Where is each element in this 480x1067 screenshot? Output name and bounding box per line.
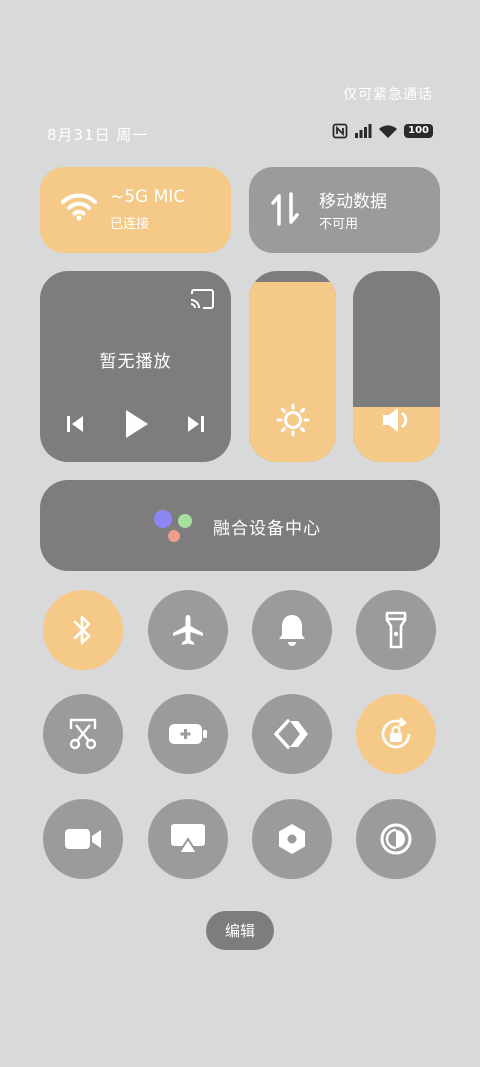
battery-saver-toggle[interactable] — [148, 694, 228, 774]
fusion-device-label: 融合设备中心 — [213, 519, 321, 539]
flashlight-toggle[interactable] — [356, 590, 436, 670]
wifi-icon — [378, 124, 398, 139]
next-icon[interactable] — [185, 413, 207, 435]
rotation-lock-toggle[interactable] — [356, 694, 436, 774]
wifi-status: 已连接 — [110, 217, 150, 232]
fusion-device-center[interactable]: 融合设备中心 — [40, 480, 440, 571]
cast-icon[interactable] — [189, 288, 215, 310]
brightness-icon — [276, 403, 310, 437]
nearby-share-toggle[interactable] — [252, 694, 332, 774]
wifi-tile[interactable]: ~5G MIC 已连接 — [40, 167, 231, 253]
mobile-data-title: 移动数据 — [319, 192, 387, 212]
screen-recorder-toggle[interactable] — [43, 799, 123, 879]
rotation-lock-icon — [376, 714, 416, 754]
status-icons: 100 — [332, 123, 433, 139]
mobile-data-status: 不可用 — [319, 217, 359, 232]
mobile-data-tile[interactable]: 移动数据 不可用 — [249, 167, 440, 253]
volume-icon — [381, 406, 413, 434]
video-camera-icon — [63, 826, 103, 852]
flashlight-icon — [384, 610, 408, 650]
date-text: 8月31日 周一 — [47, 126, 149, 144]
media-status-text: 暂无播放 — [99, 352, 172, 372]
screen-cast-icon — [169, 822, 207, 856]
screen-cast-toggle[interactable] — [148, 799, 228, 879]
previous-icon[interactable] — [64, 413, 86, 435]
signal-icon — [354, 124, 372, 138]
play-icon[interactable] — [122, 408, 150, 440]
airplane-mode-toggle[interactable] — [148, 590, 228, 670]
nfc-icon — [332, 123, 348, 139]
sound-toggle[interactable] — [252, 590, 332, 670]
volume-slider[interactable] — [353, 271, 440, 462]
battery-icon: 100 — [404, 124, 433, 138]
wifi-network-name: ~5G MIC — [110, 187, 186, 207]
media-player-card[interactable]: 暂无播放 — [40, 271, 231, 462]
bluetooth-toggle[interactable] — [43, 590, 123, 670]
emergency-calls-only-text: 仅可紧急通话 — [343, 87, 433, 103]
settings-toggle[interactable] — [252, 799, 332, 879]
settings-nut-icon — [276, 822, 308, 856]
mobile-data-icon — [269, 192, 301, 226]
dark-mode-toggle[interactable] — [356, 799, 436, 879]
brightness-slider[interactable] — [249, 271, 336, 462]
airplane-icon — [170, 612, 206, 648]
screenshot-toggle[interactable] — [43, 694, 123, 774]
dark-mode-icon — [379, 822, 413, 856]
nearby-share-icon — [274, 719, 310, 749]
fusion-device-icon — [152, 508, 196, 544]
edit-button[interactable]: 编辑 — [206, 911, 274, 950]
bell-icon — [277, 613, 307, 647]
wifi-icon — [60, 192, 98, 222]
bluetooth-icon — [71, 612, 95, 648]
screenshot-scissors-icon — [67, 717, 99, 751]
battery-saver-icon — [168, 722, 208, 746]
